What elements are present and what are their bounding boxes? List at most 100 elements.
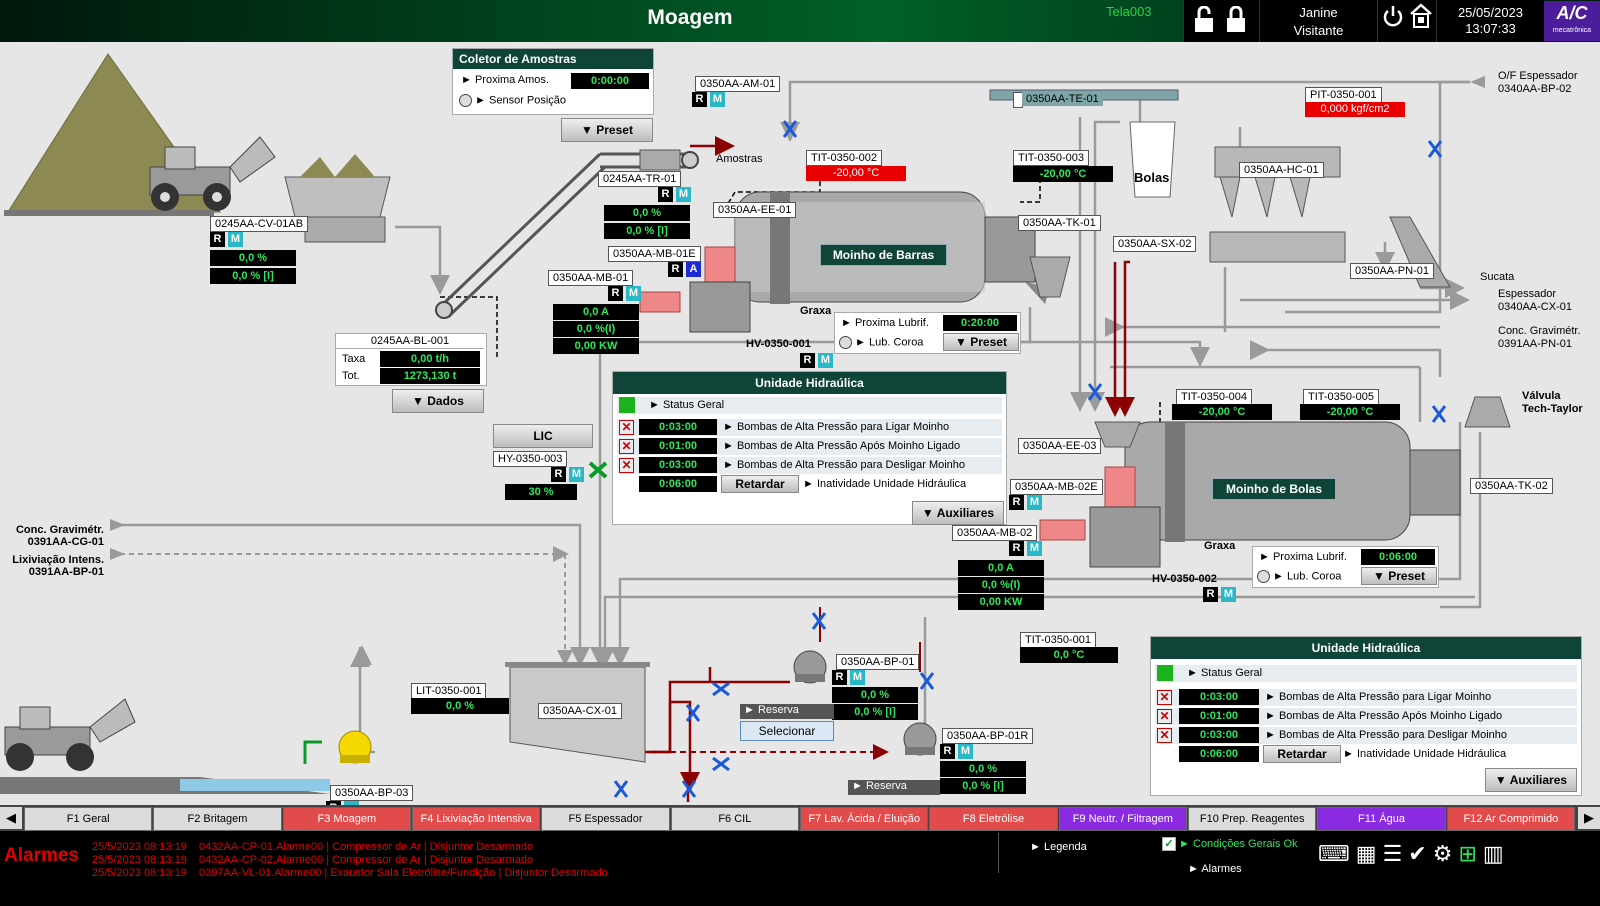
nav-prev-icon[interactable]: ◀ [0,807,22,829]
ball-preset-button[interactable]: ▼ Preset [1361,567,1437,585]
valve-icon[interactable] [812,612,826,630]
network-icon[interactable]: ⊞ [1458,841,1482,866]
company-logo: A/C mecatrônica [1544,1,1600,41]
nav-tab[interactable]: F2 Britagem [153,807,282,831]
legend-link[interactable]: ► Legenda [1030,841,1087,853]
valve-icon[interactable] [1428,140,1442,158]
nav-tab[interactable]: F11 Água [1317,807,1446,831]
nav-tab[interactable]: F10 Prep. Reagentes [1188,807,1317,831]
remote-button[interactable]: R [210,232,225,247]
alarm-row[interactable]: 25/5/2023 08:13:19 0432AA-CP-01.Alarme00… [92,841,533,853]
nav-tab[interactable]: F8 Eletrólise [929,807,1058,831]
manual-button[interactable]: M [626,286,641,301]
valve-icon[interactable] [920,672,934,690]
conveyor-tag: 0245AA-CV-01AB [210,216,309,232]
hyd1-aux-button[interactable]: ▼ Auxiliares [912,501,1004,525]
close-icon[interactable]: ✕ [1157,709,1172,724]
power-icon[interactable] [1382,4,1404,28]
nav-tab[interactable]: F12 Ar Comprimido [1446,807,1575,831]
server-icon[interactable]: ▥ [1483,841,1510,866]
nav-tab[interactable]: F6 CIL [670,807,799,831]
valve-icon[interactable] [682,780,696,798]
valve-icon[interactable] [712,757,730,771]
remote-button[interactable]: R [551,467,566,482]
gears-icon[interactable]: ⚙ [1433,841,1459,866]
ball-lub-coroa[interactable]: ► Lub. Coroa [1257,570,1341,583]
nav-tab[interactable]: F5 Espessador [541,807,670,831]
close-icon[interactable]: ✕ [619,420,634,435]
manual-button[interactable]: M [676,187,691,202]
remote-button[interactable]: R [668,262,683,277]
manual-button[interactable]: M [710,92,725,107]
remote-button[interactable]: R [692,92,707,107]
manual-button[interactable]: M [850,670,865,685]
lic-button[interactable]: LIC [493,424,593,448]
close-icon[interactable]: ✕ [1157,728,1172,743]
sampler-preset-button[interactable]: ▼ Preset [561,118,653,142]
sampler-panel: Coletor de Amostras ► Proxima Amos. 0:00… [452,48,654,115]
remote-button[interactable]: R [800,353,815,368]
rod-lub-next-value: 0:20:00 [943,315,1017,331]
home-icon[interactable] [1409,3,1433,29]
sampler-sensor[interactable]: ► Sensor Posição [459,94,566,107]
check-icon[interactable]: ✔ [1408,841,1432,866]
alarm-row[interactable]: 25/5/2023 08:13:19 0432AA-CP-02.Alarme00… [92,854,533,866]
tit1-tag: TIT-0350-002 [806,150,883,166]
nav-tab[interactable]: F7 Lav. Ácida / Eluição [800,807,929,831]
hyd2-aux-button[interactable]: ▼ Auxiliares [1485,768,1577,792]
retardar-button[interactable]: Retardar [721,475,799,493]
rod-kw: 0,00 KW [553,338,639,354]
manual-button[interactable]: M [569,467,584,482]
nav-tab[interactable]: F4 Lixiviação Intensiva [412,807,541,831]
manual-button[interactable]: M [1027,495,1042,510]
manual-button[interactable]: M [818,353,833,368]
alarm-row[interactable]: 25/5/2023 08:13:19 0397AA-VL-01.Alarme00… [92,867,608,879]
dados-button[interactable]: ▼ Dados [392,389,484,413]
nav-tab[interactable]: F1 Geral [24,807,153,831]
close-icon[interactable]: ✕ [1157,690,1172,705]
remote-button[interactable]: R [1009,541,1024,556]
valve-icon[interactable] [614,780,628,798]
rod-preset-button[interactable]: ▼ Preset [943,333,1019,351]
remote-button[interactable]: R [1009,495,1024,510]
remote-button[interactable]: R [832,670,847,685]
pn-tag: 0350AA-PN-01 [1350,263,1434,279]
tit5-tag: TIT-0350-005 [1303,389,1380,405]
ball-kw: 0,00 KW [958,594,1044,610]
close-icon[interactable]: ✕ [619,458,634,473]
wheel-loader [149,136,276,211]
alarms-link[interactable]: ► Alarmes [1188,863,1242,875]
hyd2-status: ► Status Geral [1187,667,1263,679]
valve-icon[interactable] [783,120,797,138]
valve-icon[interactable] [686,704,700,722]
valve-icon[interactable] [712,682,730,696]
tit5-value: -20,00 °C [1300,404,1400,420]
valve-icon[interactable] [588,460,608,480]
manual-button[interactable]: M [1221,587,1236,602]
windows-icon[interactable]: ▦ [1356,841,1383,866]
feed-hopper [284,176,391,218]
nav-next-icon[interactable]: ▶ [1578,807,1600,829]
manual-button[interactable]: M [228,232,243,247]
nav-tab[interactable]: F3 Moagem [282,807,411,831]
rod-lub-coroa[interactable]: ► Lub. Coroa [839,336,923,349]
auto-button[interactable]: A [686,262,701,277]
valve-icon[interactable] [1088,383,1102,401]
manual-button[interactable]: M [958,744,973,759]
pump1-select-button[interactable]: Selecionar [740,721,834,741]
close-icon[interactable]: ✕ [619,439,634,454]
retardar-button[interactable]: Retardar [1263,745,1341,763]
list-icon[interactable]: ☰ [1383,841,1409,866]
lock-icon[interactable] [1224,6,1250,34]
lock-icon[interactable] [1192,6,1218,34]
ball-motor-tag: 0350AA-MB-02 [952,525,1038,541]
remote-button[interactable]: R [1203,587,1218,602]
remote-button[interactable]: R [940,744,955,759]
valve-icon[interactable] [1432,405,1446,423]
keyboard-icon[interactable]: ⌨ [1318,841,1356,866]
hyd2-inact-row: 0:06:00 Retardar ► Inatividade Unidade Hid… [1155,745,1577,763]
nav-tab[interactable]: F9 Neutr. / Filtragem [1058,807,1187,831]
remote-button[interactable]: R [658,187,673,202]
remote-button[interactable]: R [608,286,623,301]
manual-button[interactable]: M [1027,541,1042,556]
